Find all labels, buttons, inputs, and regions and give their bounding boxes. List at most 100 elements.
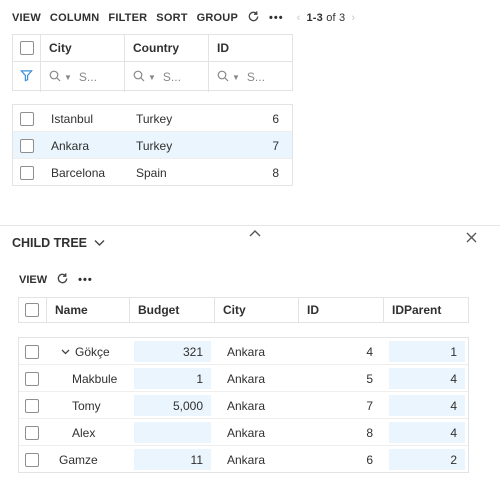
filter-placeholder: S...: [246, 70, 265, 84]
row-checkbox[interactable]: [25, 425, 39, 440]
table-row[interactable]: Istanbul Turkey 6: [13, 105, 292, 132]
table-row[interactable]: Barcelona Spain 8: [13, 159, 292, 186]
column-header-country[interactable]: Country: [125, 35, 209, 61]
cell-idparent[interactable]: 4: [389, 422, 465, 443]
tree-row[interactable]: Tomy 5,000 Ankara 7 4: [19, 392, 468, 419]
view-button[interactable]: VIEW: [12, 12, 41, 24]
child-tree-body: Gökçe 321 Ankara 4 1 Makbule 1 Ankara 5 …: [18, 337, 469, 473]
cell-country: Turkey: [136, 111, 173, 126]
column-header-idparent[interactable]: IDParent: [384, 298, 468, 322]
cell-city: Ankara: [227, 398, 266, 413]
tree-row[interactable]: Alex Ankara 8 4: [19, 419, 468, 446]
cell-budget[interactable]: 321: [134, 341, 211, 362]
id-filter-input[interactable]: ▼ S...: [209, 62, 293, 92]
chevron-down-icon[interactable]: ▼: [148, 73, 156, 82]
tree-row[interactable]: Gökçe 321 Ankara 4 1: [19, 338, 468, 365]
cell-city: Ankara: [227, 452, 266, 467]
cell-name: Tomy: [72, 398, 101, 413]
pager: ‹ 1-3 of 3 ›: [297, 12, 356, 24]
cell-budget[interactable]: 11: [134, 449, 211, 470]
row-checkbox[interactable]: [20, 111, 34, 126]
column-header-budget[interactable]: Budget: [130, 298, 215, 322]
country-filter-input[interactable]: ▼ S...: [125, 62, 209, 92]
more-icon[interactable]: •••: [78, 274, 93, 286]
column-header-city[interactable]: City: [41, 35, 125, 61]
cell-budget[interactable]: 1: [134, 368, 211, 389]
select-all-checkbox[interactable]: [25, 303, 39, 317]
next-page-icon[interactable]: ›: [351, 12, 355, 24]
chevron-up-icon[interactable]: [248, 227, 262, 241]
panel-divider: [0, 225, 500, 226]
filter-button[interactable]: FILTER: [108, 12, 147, 24]
select-all-cell: [13, 35, 41, 61]
row-checkbox[interactable]: [20, 165, 34, 180]
cell-idparent[interactable]: 1: [389, 341, 465, 362]
cell-city: Ankara: [227, 344, 266, 359]
cell-city: Ankara: [227, 425, 266, 440]
filter-placeholder: S...: [162, 70, 181, 84]
column-header-name[interactable]: Name: [47, 298, 130, 322]
column-button[interactable]: COLUMN: [50, 12, 99, 24]
city-filter-input[interactable]: ▼ S...: [41, 62, 125, 92]
prev-page-icon[interactable]: ‹: [297, 12, 301, 24]
filter-funnel-icon[interactable]: [20, 69, 33, 85]
search-icon: [133, 70, 145, 85]
tree-row[interactable]: Gamze 11 Ankara 6 2: [19, 446, 468, 473]
group-button[interactable]: GROUP: [197, 12, 238, 24]
cell-city: Ankara: [227, 371, 266, 386]
cell-budget[interactable]: 5,000: [134, 395, 211, 416]
cell-city: Istanbul: [51, 111, 94, 126]
row-checkbox[interactable]: [25, 398, 39, 413]
cell-idparent[interactable]: 4: [389, 395, 465, 416]
sort-button[interactable]: SORT: [156, 12, 187, 24]
cell-city: Ankara: [51, 138, 90, 153]
cell-id: 4: [366, 344, 373, 359]
toolbar: VIEW COLUMN FILTER SORT GROUP ••• ‹ 1-3 …: [12, 9, 355, 27]
filter-icon-cell: [13, 62, 41, 92]
child-tree-header: Name Budget City ID IDParent: [18, 297, 469, 323]
row-checkbox[interactable]: [25, 344, 39, 359]
cell-country: Turkey: [136, 138, 173, 153]
filter-placeholder: S...: [78, 70, 97, 84]
cell-country: Spain: [136, 165, 167, 180]
pager-range: 1-3: [306, 12, 323, 24]
child-view-button[interactable]: VIEW: [19, 274, 47, 286]
search-icon: [217, 70, 229, 85]
table-row[interactable]: Ankara Turkey 7: [13, 132, 292, 159]
cell-id: 6: [272, 111, 279, 126]
child-toolbar: VIEW •••: [19, 272, 93, 288]
cell-id: 8: [366, 425, 373, 440]
row-checkbox[interactable]: [20, 138, 34, 153]
search-icon: [49, 70, 61, 85]
cell-id: 7: [272, 138, 279, 153]
column-header-id[interactable]: ID: [299, 298, 384, 322]
cell-name: Gamze: [59, 452, 98, 467]
refresh-icon[interactable]: [56, 272, 69, 288]
cell-id: 8: [272, 165, 279, 180]
more-icon[interactable]: •••: [269, 12, 284, 24]
cell-city: Barcelona: [51, 165, 106, 180]
row-checkbox[interactable]: [25, 371, 39, 386]
chevron-down-icon[interactable]: ▼: [64, 73, 72, 82]
grid-header: City Country ID ▼ S... ▼ S... ▼ S...: [12, 34, 293, 92]
row-checkbox[interactable]: [25, 452, 39, 467]
column-header-city[interactable]: City: [215, 298, 299, 322]
cell-budget[interactable]: [134, 422, 211, 443]
close-icon[interactable]: [466, 232, 477, 246]
refresh-icon[interactable]: [247, 10, 260, 26]
column-header-id[interactable]: ID: [209, 35, 293, 61]
child-tree-title[interactable]: CHILD TREE: [12, 236, 105, 250]
chevron-down-icon[interactable]: ▼: [232, 73, 240, 82]
cell-idparent[interactable]: 2: [389, 449, 465, 470]
pager-of: of 3: [326, 12, 346, 24]
cell-name: Gökçe: [75, 344, 110, 359]
chevron-down-icon[interactable]: [94, 236, 105, 250]
cell-id: 7: [366, 398, 373, 413]
expand-chevron-icon[interactable]: [61, 341, 70, 362]
tree-row[interactable]: Makbule 1 Ankara 5 4: [19, 365, 468, 392]
cell-idparent[interactable]: 4: [389, 368, 465, 389]
grid-body: Istanbul Turkey 6 Ankara Turkey 7 Barcel…: [12, 104, 293, 186]
select-all-checkbox[interactable]: [20, 41, 34, 55]
cell-name: Makbule: [72, 371, 118, 386]
cell-name: Alex: [72, 425, 96, 440]
